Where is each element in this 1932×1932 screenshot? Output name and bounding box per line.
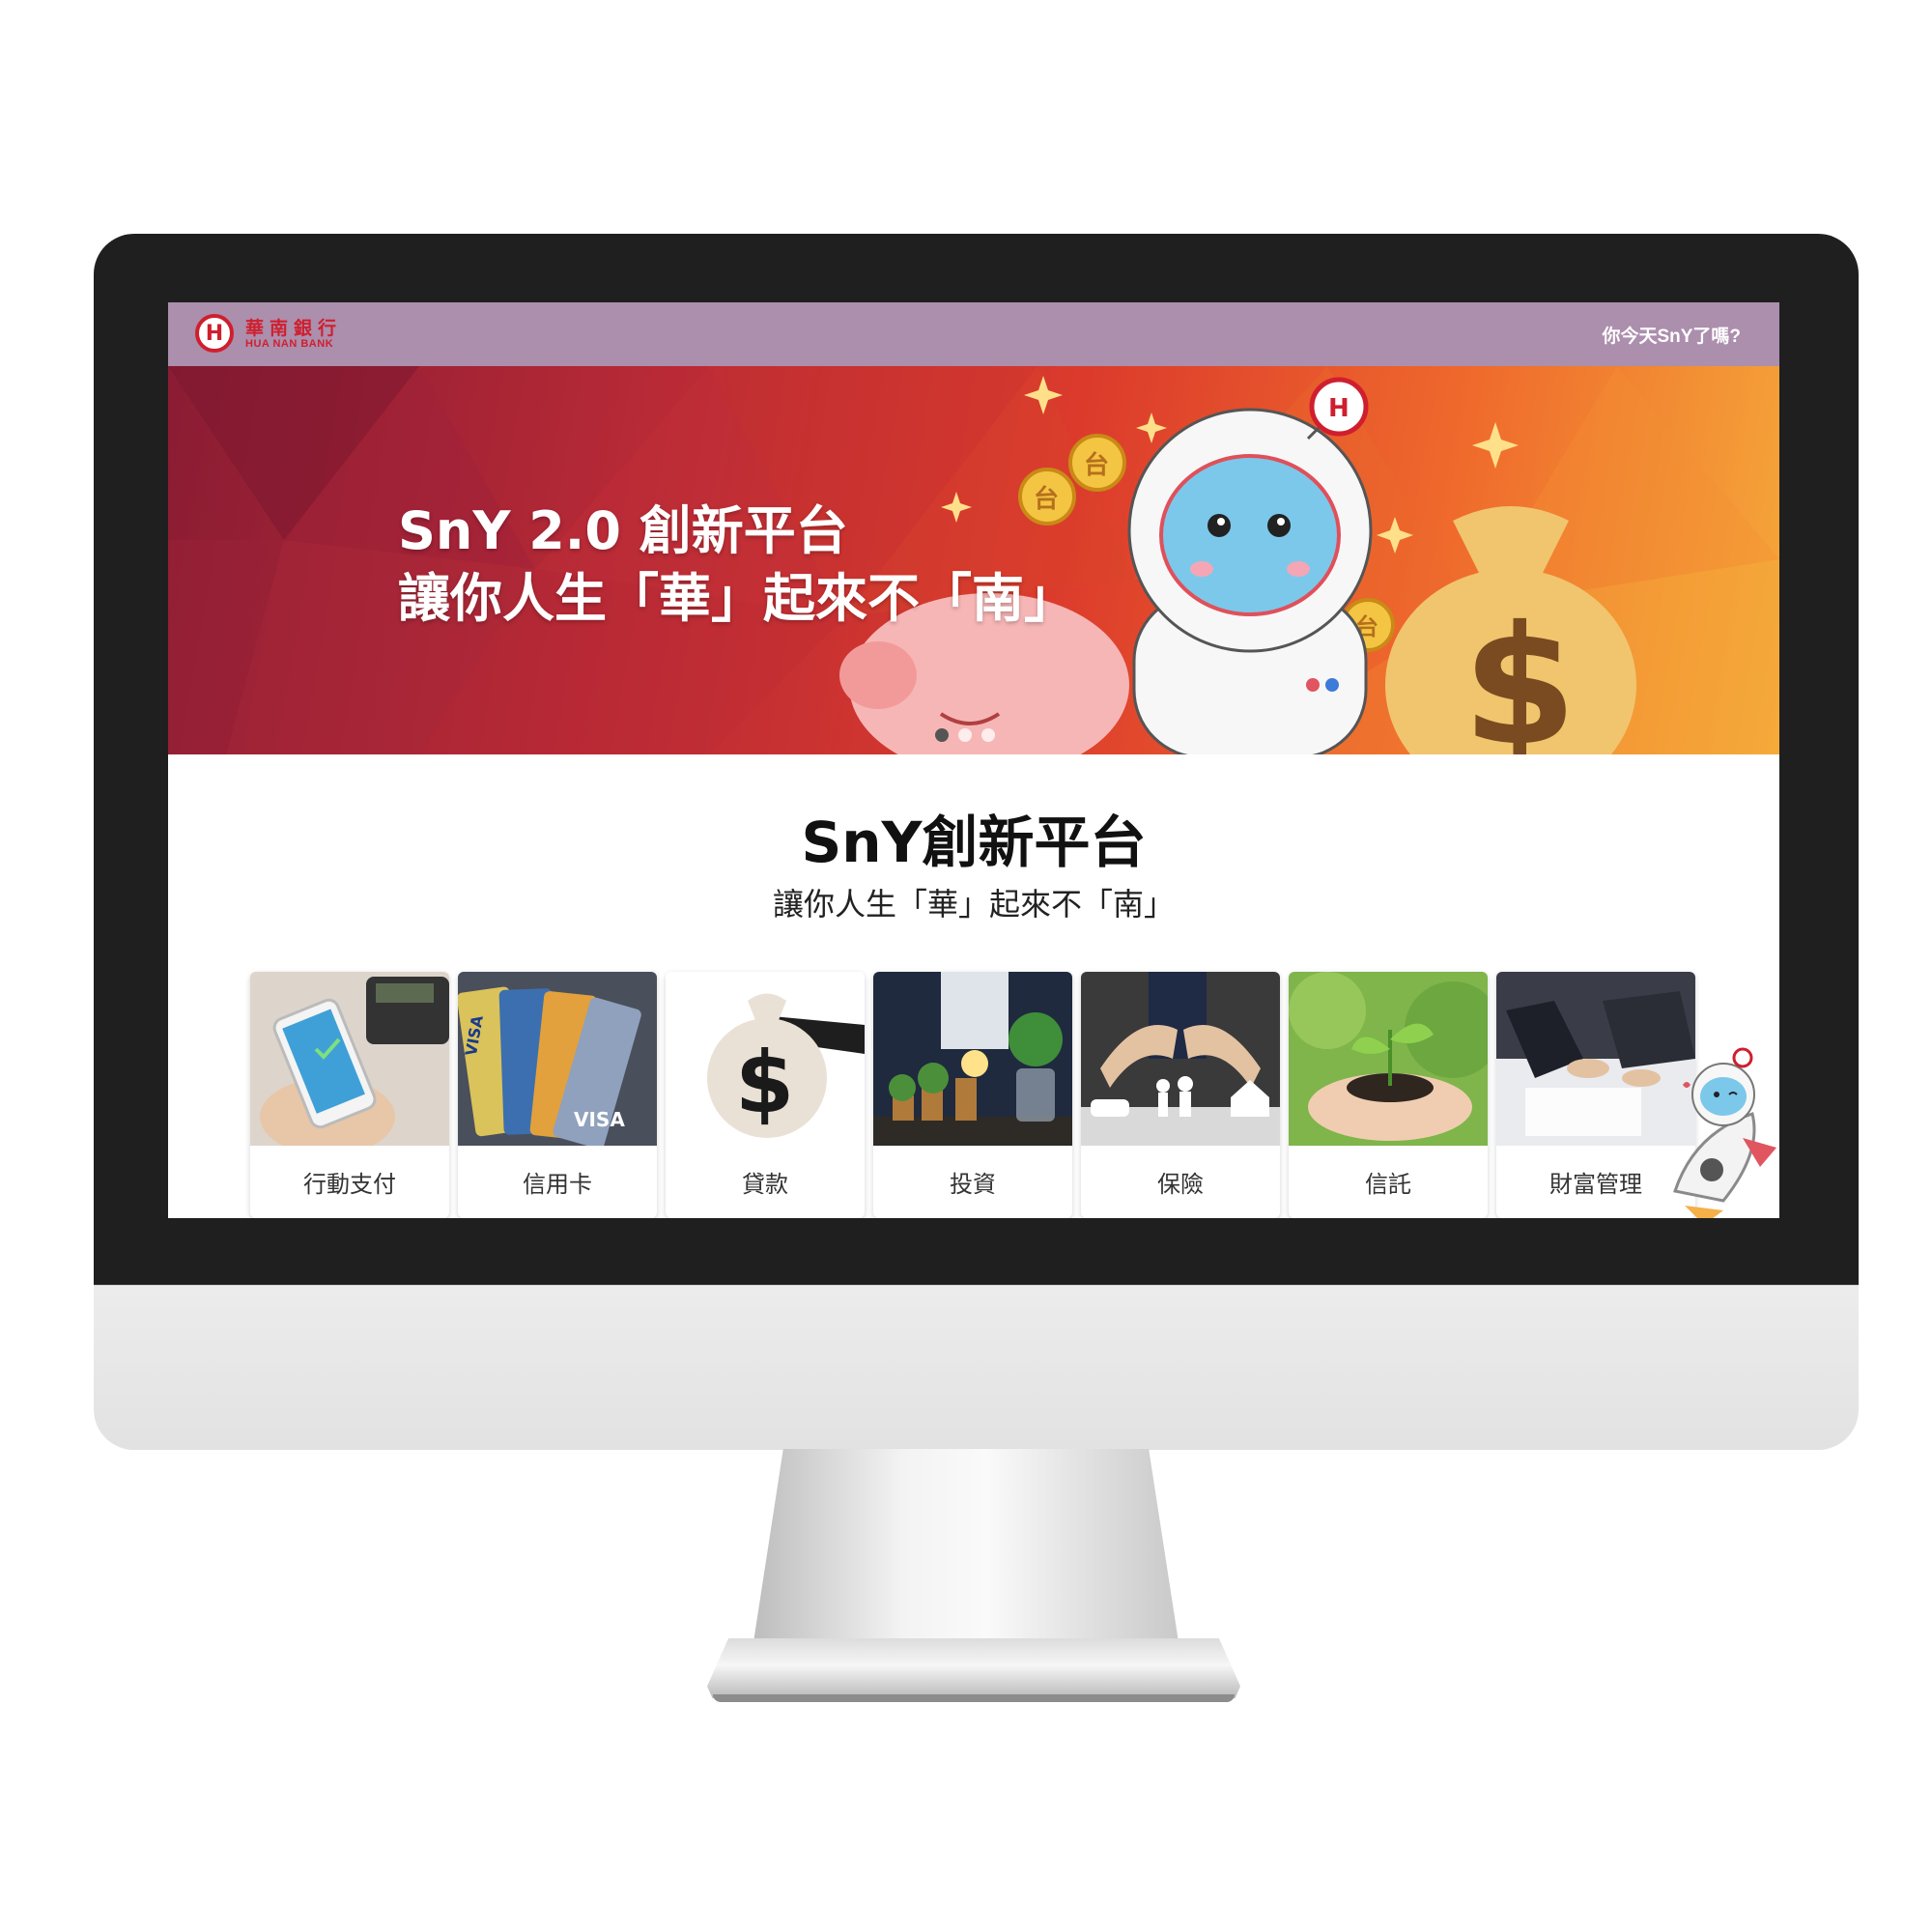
category-label: 投資 (950, 1171, 996, 1198)
family-protection-photo (1081, 972, 1280, 1146)
section-subtitle: 讓你人生「華」起來不「南」 (772, 886, 1175, 923)
category-label: 行動支付 (303, 1171, 396, 1198)
money-bag-photo: $ (666, 972, 865, 1146)
category-card-insurance[interactable]: 保險 (1081, 972, 1280, 1218)
category-card-investment[interactable]: 投資 (873, 972, 1072, 1218)
category-card-trust[interactable]: 信託 (1289, 972, 1488, 1218)
sny-today-link[interactable]: 你今天SnY了嗎? (1602, 322, 1741, 348)
banner-title-line-1: SnY 2.0 創新平台 (398, 500, 848, 561)
coin-text-2: 台 (1084, 450, 1109, 480)
svg-text:$: $ (1463, 591, 1577, 754)
category-cards: 行動支付 VISA VISA 信用卡 $ 貸款 投資 保險 信託 財富管理 (250, 972, 1699, 1218)
browser-screen: H 華南銀行 HUA NAN BANK 你今天SnY了嗎? $ 台 台 台 H … (168, 302, 1779, 1218)
seedling-hands-photo (1289, 972, 1488, 1146)
banner-headline: SnY 2.0 創新平台 讓你人生「華」起來不「南」 (398, 497, 1076, 633)
banner-title-line-2: 讓你人生「華」起來不「南」 (398, 568, 1076, 629)
svg-text:VISA: VISA (574, 1108, 625, 1131)
carousel-dot-2[interactable] (958, 728, 972, 742)
carousel-dot-1[interactable] (935, 728, 949, 742)
credit-cards-photo: VISA VISA (458, 972, 657, 1146)
monitor-stand-neck (753, 1449, 1179, 1642)
category-label: 信託 (1365, 1171, 1411, 1198)
svg-text:H: H (1328, 394, 1350, 423)
category-label: 保險 (1157, 1171, 1204, 1198)
monitor-stand-shadow (713, 1694, 1235, 1702)
category-card-loan[interactable]: $ 貸款 (666, 972, 865, 1218)
monitor-chin (94, 1285, 1859, 1450)
category-card-mobile-payment[interactable]: 行動支付 (250, 972, 449, 1218)
category-card-credit-card[interactable]: VISA VISA 信用卡 (458, 972, 657, 1218)
hero-banner[interactable]: $ 台 台 台 H SnY 2.0 創新平台 讓你人生「華」起來不「南」 (168, 366, 1779, 754)
top-navbar: H 華南銀行 HUA NAN BANK 你今天SnY了嗎? (168, 302, 1779, 366)
carousel-indicators (935, 728, 995, 742)
logo-english-name: HUA NAN BANK (245, 338, 334, 350)
monitor-stand-base (707, 1638, 1240, 1698)
logo-chinese-name: 華南銀行 (245, 318, 343, 339)
rocket-mascot-icon[interactable] (1646, 1046, 1779, 1218)
hua-nan-bank-logo[interactable]: H 華南銀行 HUA NAN BANK (195, 314, 388, 358)
investment-plants-photo (873, 972, 1072, 1146)
mobile-payment-photo (250, 972, 449, 1146)
carousel-dot-3[interactable] (981, 728, 995, 742)
category-label: 貸款 (742, 1171, 788, 1198)
category-label: 信用卡 (523, 1171, 592, 1198)
svg-text:$: $ (735, 1033, 794, 1132)
logo-emblem-icon: H (195, 314, 234, 353)
section-title: SnY創新平台 (801, 810, 1147, 875)
